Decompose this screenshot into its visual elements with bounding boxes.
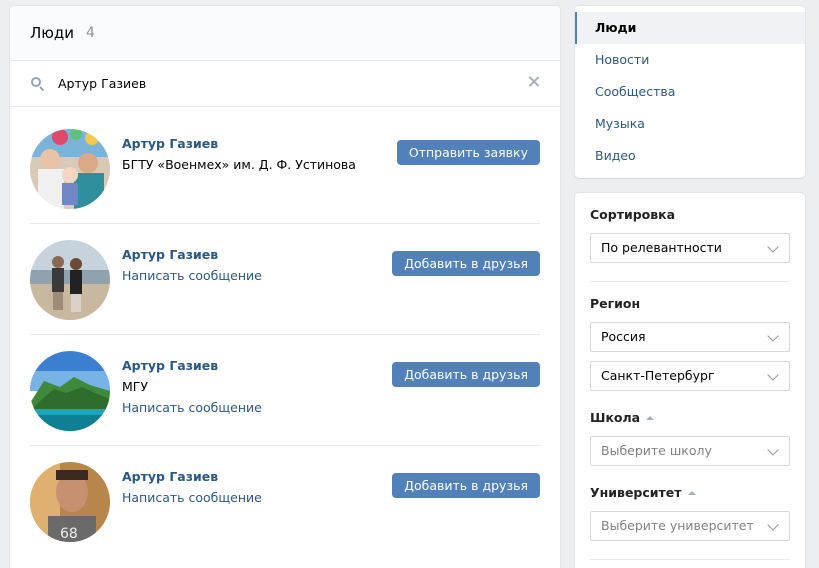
- person-name[interactable]: Артур Газиев: [122, 358, 218, 373]
- school-select[interactable]: Выберите школу: [590, 436, 790, 466]
- sidebar-item-video[interactable]: Видео: [575, 140, 805, 172]
- person-name[interactable]: Артур Газиев: [122, 247, 218, 262]
- page-title: Люди: [30, 24, 75, 42]
- search-bar: [10, 61, 560, 107]
- caret-up-icon: [687, 491, 696, 495]
- sidebar-item-music[interactable]: Музыка: [575, 108, 805, 140]
- search-input[interactable]: [58, 76, 478, 91]
- avatar[interactable]: [30, 240, 110, 320]
- university-placeholder: Выберите университет: [601, 518, 754, 533]
- country-select[interactable]: Россия: [590, 322, 790, 352]
- person-university: БГТУ «Военмех» им. Д. Ф. Устинова: [122, 157, 356, 172]
- send-request-button[interactable]: Отправить заявку: [396, 140, 540, 165]
- person-result: Артур Газиев МГУ Написать сообщение Доба…: [30, 335, 540, 446]
- chevron-down-icon: [767, 444, 779, 456]
- school-placeholder: Выберите школу: [601, 443, 712, 458]
- add-friend-button[interactable]: Добавить в друзья: [392, 362, 540, 387]
- divider: [590, 559, 790, 560]
- add-friend-button[interactable]: Добавить в друзья: [392, 473, 540, 498]
- university-label[interactable]: Университет: [590, 485, 696, 500]
- people-panel: Люди 4 Артур Газиев БГТУ «Военмех»: [10, 6, 560, 568]
- chevron-down-icon: [767, 519, 779, 531]
- send-message-link[interactable]: Написать сообщение: [122, 490, 262, 505]
- university-select[interactable]: Выберите университет: [590, 511, 790, 541]
- close-icon[interactable]: [526, 74, 542, 90]
- search-icon: [30, 76, 46, 92]
- sidebar-item-people[interactable]: Люди: [575, 12, 805, 44]
- results-count: 4: [86, 25, 95, 41]
- sort-select[interactable]: По релевантности: [590, 233, 790, 263]
- panel-header: Люди 4: [10, 6, 560, 61]
- school-label[interactable]: Школа: [590, 410, 655, 425]
- school-label-text: Школа: [590, 410, 641, 425]
- chevron-down-icon: [767, 241, 779, 253]
- filters-panel: Сортировка По релевантности Регион Росси…: [575, 193, 805, 568]
- sort-label: Сортировка: [590, 207, 676, 222]
- person-result: Артур Газиев БГТУ «Военмех» им. Д. Ф. Ус…: [30, 113, 540, 224]
- add-friend-button[interactable]: Добавить в друзья: [392, 251, 540, 276]
- sidebar-item-communities[interactable]: Сообщества: [575, 76, 805, 108]
- person-name[interactable]: Артур Газиев: [122, 469, 218, 484]
- person-name[interactable]: Артур Газиев: [122, 136, 218, 151]
- university-label-text: Университет: [590, 485, 682, 500]
- avatar[interactable]: 68: [30, 462, 110, 542]
- avatar[interactable]: [30, 129, 110, 209]
- sidebar-item-news[interactable]: Новости: [575, 44, 805, 76]
- send-message-link[interactable]: Написать сообщение: [122, 268, 262, 283]
- city-value: Санкт-Петербург: [601, 368, 715, 383]
- avatar[interactable]: [30, 351, 110, 431]
- send-message-link[interactable]: Написать сообщение: [122, 400, 262, 415]
- person-university: МГУ: [122, 379, 149, 394]
- country-value: Россия: [601, 329, 646, 344]
- svg-text:68: 68: [60, 526, 78, 542]
- chevron-down-icon: [767, 330, 779, 342]
- divider: [590, 281, 790, 282]
- region-label: Регион: [590, 296, 641, 311]
- sidebar-nav: Люди Новости Сообщества Музыка Видео: [575, 6, 805, 178]
- person-result: 68 Артур Газиев Написать сообщение Добав…: [30, 446, 540, 557]
- sort-value: По релевантности: [601, 240, 722, 255]
- city-select[interactable]: Санкт-Петербург: [590, 361, 790, 391]
- caret-up-icon: [646, 416, 655, 420]
- person-result: Артур Газиев Написать сообщение Добавить…: [30, 224, 540, 335]
- chevron-down-icon: [767, 369, 779, 381]
